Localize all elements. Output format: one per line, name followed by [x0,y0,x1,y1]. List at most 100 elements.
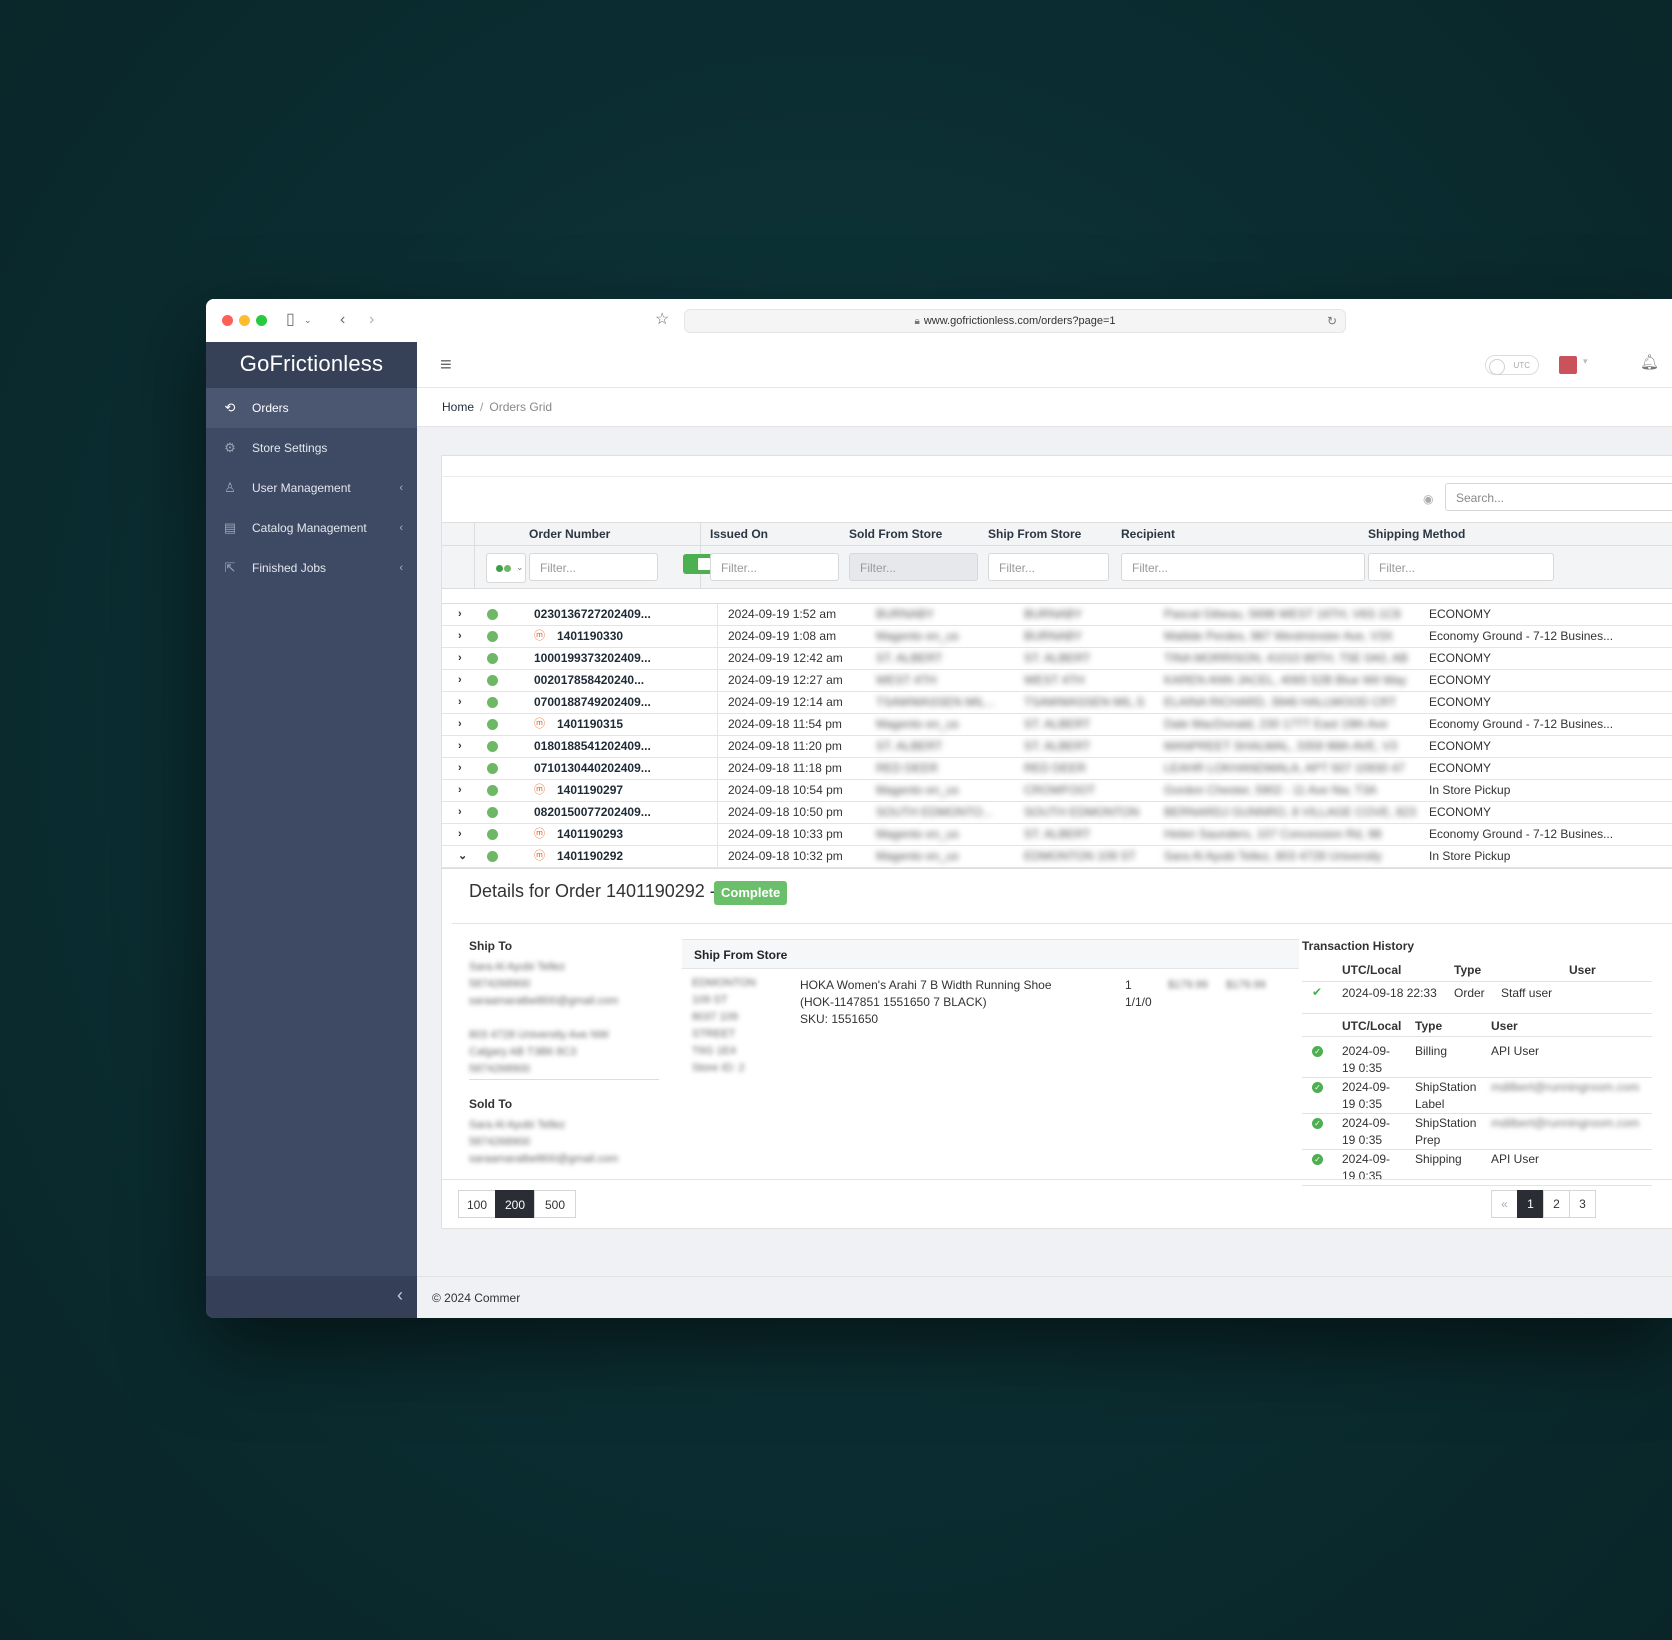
column-header-ship-from-store[interactable]: Ship From Store [988,523,1081,545]
issued-on: 2024-09-18 11:20 pm [728,739,842,753]
column-header-shipping-method[interactable]: Shipping Method [1368,523,1465,545]
table-row[interactable]: › ⓜ 1401190315 2024-09-18 11:54 pm Magento e… [442,714,1672,736]
minimize-window-button[interactable] [239,315,250,326]
shipping-method: ECONOMY [1429,805,1492,819]
sidebar-item-store-settings[interactable]: ⚙ Store Settings [206,428,417,468]
address-line: Store ID: 2 [692,1062,745,1074]
sidebar-toggle-icon[interactable]: ▯ [286,309,295,331]
table-row[interactable]: › 0180188541202409... 2024-09-18 11:20 pm S… [442,736,1672,758]
ship-from-store: ST. ALBERT [1024,739,1091,753]
order-number[interactable]: 002017858420240... [534,670,644,691]
chevron-down-icon[interactable]: ▾ [1583,356,1588,367]
sold-to-address: Sara Al Ayubi Tellez 5874268900 saraamarat… [469,1117,618,1168]
order-number[interactable]: 0710130440202409... [534,758,651,779]
table-row[interactable]: › ⓜ 1401190330 2024-09-19 1:08 am Magento en… [442,626,1672,648]
recipient-filter[interactable]: Filter... [1121,553,1365,581]
page-3-button[interactable]: 3 [1569,1190,1596,1218]
table-row[interactable]: ⌄ ⓜ 1401190292 2024-09-18 10:32 pm Magento e… [442,846,1672,868]
external-link-icon: ⇱ [224,560,236,575]
brand-logo[interactable]: GoFrictionless [206,342,417,388]
ship-from-store-filter[interactable]: Filter... [988,553,1109,581]
transaction-time: 2024-09- 19 0:35 [1342,1080,1391,1111]
utc-toggle[interactable]: UTC [1485,355,1539,375]
status-filter-select[interactable]: ⌄ [486,553,526,583]
expand-row-icon[interactable]: › [458,736,462,757]
breadcrumb-home[interactable]: Home [442,400,474,414]
order-number-filter[interactable]: Filter... [529,553,658,581]
expand-row-icon[interactable]: › [458,758,462,779]
table-row[interactable]: › 0230136727202409... 2024-09-19 1:52 am BU… [442,604,1672,626]
table-row[interactable]: › 0820150077202409... 2024-09-18 10:50 pm S… [442,802,1672,824]
hamburger-menu-icon[interactable]: ≡ [440,354,452,377]
eye-icon[interactable]: ◉ [1423,492,1433,506]
expand-row-icon[interactable]: › [458,802,462,823]
bookmark-star-icon[interactable]: ☆ [655,309,669,331]
column-header-order-number[interactable]: Order Number [529,523,610,545]
back-arrow-icon[interactable]: ‹ [340,309,345,331]
sidebar-item-finished-jobs[interactable]: ⇱ Finished Jobs ‹ [206,548,417,588]
order-number[interactable]: 1401190293 [557,824,623,845]
shipping-method: ECONOMY [1429,673,1492,687]
chevron-down-icon[interactable]: ⌄ [304,309,312,331]
expand-row-icon[interactable]: › [458,714,462,735]
expand-row-icon[interactable]: › [458,692,462,713]
collapse-sidebar-icon[interactable]: ‹ [397,1285,403,1306]
table-row[interactable]: › 002017858420240... 2024-09-19 12:27 am WE… [442,670,1672,692]
expand-row-icon[interactable]: › [458,626,462,647]
reload-icon[interactable]: ↻ [1327,310,1337,332]
sold-from-store: Magento en_us [876,827,959,841]
ship-from-store: EDMONTON 109 ST [1024,849,1136,863]
order-number[interactable]: 0180188541202409... [534,736,651,757]
address-line: 5874268900 [469,1136,531,1148]
page-size-500[interactable]: 500 [534,1190,576,1218]
order-number[interactable]: 1401190297 [557,780,623,801]
shipping-method-filter[interactable]: Filter... [1368,553,1554,581]
order-number[interactable]: 0230136727202409... [534,604,651,625]
check-icon: ✔ [1312,985,1323,999]
table-row[interactable]: › 0710130440202409... 2024-09-18 11:18 pm R… [442,758,1672,780]
th2-col-time: UTC/Local [1342,1019,1402,1033]
recipient: Sara Al Ayubi Tellez, 803 4728 Universit… [1164,849,1382,863]
sidebar-item-orders[interactable]: ⟲ Orders [206,388,417,428]
order-number[interactable]: 1401190292 [557,846,623,867]
search-input[interactable]: Search... [1445,483,1672,511]
page-size-200[interactable]: 200 [495,1190,535,1218]
prev-page-button[interactable]: « [1491,1190,1518,1218]
column-header-sold-from-store[interactable]: Sold From Store [849,523,942,545]
forward-arrow-icon[interactable]: › [369,309,374,331]
issued-on-filter[interactable]: Filter... [710,553,839,581]
column-header-issued-on[interactable]: Issued On [710,523,768,545]
table-row[interactable]: › ⓜ 1401190293 2024-09-18 10:33 pm Magento e… [442,824,1672,846]
order-number[interactable]: 1401190330 [557,626,623,647]
expand-row-icon[interactable]: › [458,648,462,669]
expand-row-icon[interactable]: › [458,824,462,845]
page-2-button[interactable]: 2 [1543,1190,1570,1218]
expand-row-icon[interactable]: ⌄ [458,846,467,867]
sidebar-item-user-management[interactable]: ♙ User Management ‹ [206,468,417,508]
table-row[interactable]: › 0700188749202409... 2024-09-19 12:14 am T… [442,692,1672,714]
zoom-window-button[interactable] [256,315,267,326]
page-1-button[interactable]: 1 [1517,1190,1544,1218]
avatar[interactable] [1559,356,1577,374]
table-row[interactable]: › 1000199373202409... 2024-09-19 12:42 am S… [442,648,1672,670]
sidebar-item-catalog-management[interactable]: ▤ Catalog Management ‹ [206,508,417,548]
page-size-100[interactable]: 100 [458,1190,496,1218]
order-number[interactable]: 0820150077202409... [534,802,651,823]
expand-row-icon[interactable]: › [458,670,462,691]
status-badge: Complete [714,881,788,905]
transaction-type: Billing [1415,1044,1448,1058]
expand-row-icon[interactable]: › [458,780,462,801]
order-number[interactable]: 0700188749202409... [534,692,651,713]
sold-from-store-filter[interactable]: Filter... [849,553,978,581]
expand-row-icon[interactable]: › [458,604,462,625]
issued-on: 2024-09-19 1:08 am [728,629,837,643]
order-number[interactable]: 1401190315 [557,714,623,735]
bell-icon[interactable]: 🔔︎ [1640,353,1659,371]
column-header-recipient[interactable]: Recipient [1121,523,1175,545]
address-bar[interactable]: 🔒︎ www.gofrictionless.com/orders?page=1 ↻ [684,309,1346,333]
recipient: Helen Saunders, 107 Concession Rd, 98 [1164,827,1382,841]
close-window-button[interactable] [222,315,233,326]
table-row[interactable]: › ⓜ 1401190297 2024-09-18 10:54 pm Magento e… [442,780,1672,802]
th1-row-time: 2024-09-18 22:33 [1342,986,1437,1000]
order-number[interactable]: 1000199373202409... [534,648,651,669]
